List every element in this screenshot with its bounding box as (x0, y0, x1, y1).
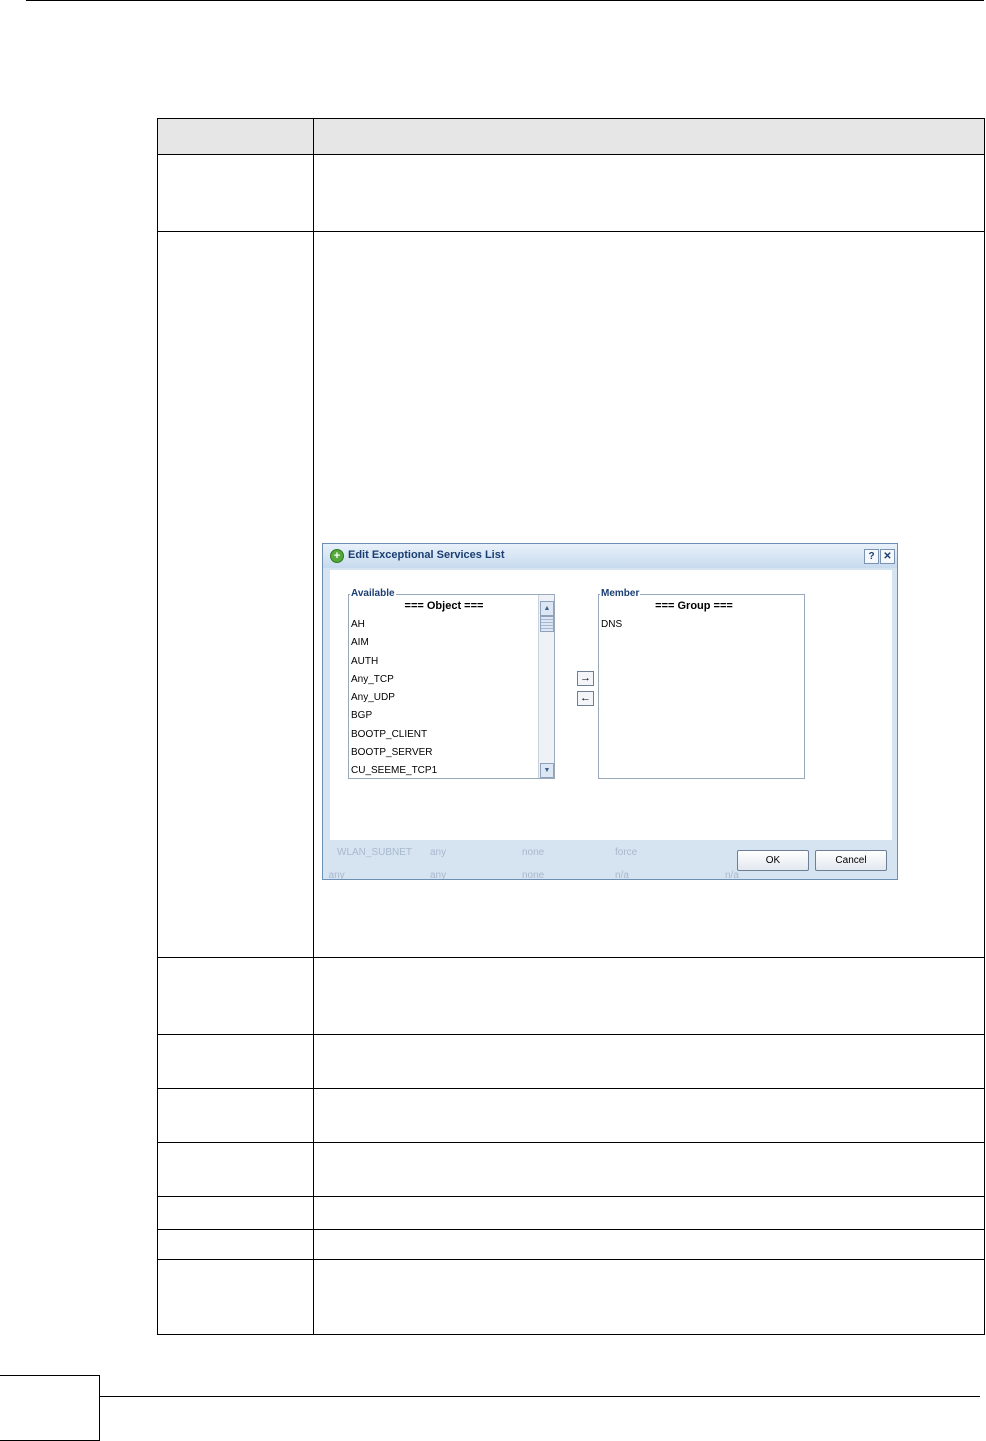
dialog-title: Edit Exceptional Services List (348, 549, 505, 561)
table-row (157, 1088, 985, 1143)
field-description-table: + Edit Exceptional Services List ? ✕ WLA… (157, 118, 985, 1335)
table-row (157, 154, 985, 232)
add-circle-icon: + (330, 549, 344, 563)
available-scrollbar[interactable]: ▲ ▼ (538, 595, 554, 778)
table-row (157, 1259, 985, 1335)
available-item[interactable]: Any_UDP (351, 689, 437, 707)
add-to-member-button[interactable]: → (577, 671, 594, 686)
background-cell: n/a (615, 870, 629, 880)
page-number-box (0, 1375, 100, 1441)
header-cell-label (157, 118, 314, 155)
dialog-title-bar: + Edit Exceptional Services List ? ✕ (323, 544, 897, 568)
background-cell: any (430, 847, 447, 858)
header-cell-description (313, 118, 985, 155)
ok-button[interactable]: OK (737, 850, 809, 871)
member-item[interactable]: DNS (601, 616, 622, 634)
member-list[interactable]: Member === Group === DNS (598, 588, 805, 779)
background-cell: WLAN_SUBNET (337, 847, 413, 858)
table-row-with-screenshot: + Edit Exceptional Services List ? ✕ WLA… (157, 231, 985, 958)
edit-exceptional-services-dialog: + Edit Exceptional Services List ? ✕ WLA… (322, 543, 898, 880)
available-item[interactable]: AIM (351, 634, 437, 652)
dialog-body: Available === Object === AH AIM AUTH Any… (330, 570, 892, 840)
available-item[interactable]: AH (351, 616, 437, 634)
remove-from-member-button[interactable]: ← (577, 691, 594, 706)
available-item[interactable]: BOOTP_CLIENT (351, 726, 437, 744)
available-list[interactable]: Available === Object === AH AIM AUTH Any… (348, 588, 555, 781)
available-items: AH AIM AUTH Any_TCP Any_UDP BGP BOOTP_CL… (351, 616, 437, 781)
table-row (157, 957, 985, 1035)
background-cell: none (522, 847, 545, 858)
background-cell: n/a (725, 870, 739, 880)
table-row (157, 1196, 985, 1230)
scroll-thumb[interactable] (540, 616, 554, 632)
table-row (157, 1034, 985, 1089)
help-button[interactable]: ? (864, 549, 879, 564)
table-header-row (157, 118, 985, 155)
chevron-up-icon[interactable]: ▲ (540, 601, 554, 616)
member-caption: === Group === (655, 600, 733, 612)
available-item[interactable]: CU_SEEME_TCP1 (351, 762, 437, 780)
background-cell: any (430, 870, 447, 880)
available-item[interactable]: BGP (351, 707, 437, 725)
available-item[interactable]: BOOTP_SERVER (351, 744, 437, 762)
available-legend: Available (350, 588, 396, 599)
footer-rule (100, 1396, 980, 1397)
available-item[interactable]: Any_TCP (351, 671, 437, 689)
cancel-button[interactable]: Cancel (815, 850, 887, 871)
member-items: DNS (601, 616, 622, 634)
chevron-down-icon[interactable]: ▼ (540, 763, 554, 778)
header-rule (26, 0, 984, 1)
table-row (157, 1142, 985, 1197)
member-legend: Member (600, 588, 641, 599)
close-button[interactable]: ✕ (880, 549, 895, 564)
background-cell: none (522, 870, 545, 880)
background-cell: _any (323, 870, 345, 880)
available-item[interactable]: AUTH (351, 653, 437, 671)
available-caption: === Object === (404, 600, 484, 612)
background-cell: force (615, 847, 638, 858)
table-row (157, 1229, 985, 1260)
